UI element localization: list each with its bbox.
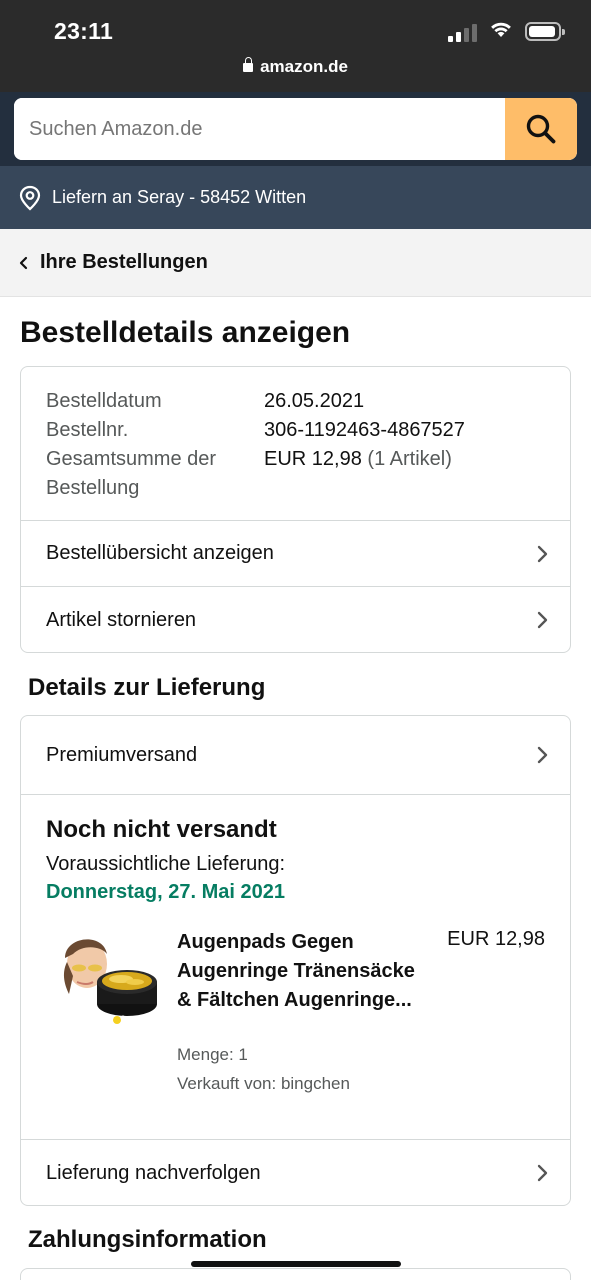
order-total-label: Gesamtsumme der Bestellung <box>46 448 217 499</box>
order-total-value: EUR 12,98 (1 Artikel) <box>264 448 452 470</box>
cancel-items-label: Artikel stornieren <box>46 608 197 631</box>
chevron-right-icon <box>536 544 548 564</box>
order-date-value: 26.05.2021 <box>264 390 365 412</box>
chevron-right-icon <box>536 1163 548 1183</box>
order-item-count: (1 Artikel) <box>367 448 452 470</box>
order-number-label: Bestellnr. <box>46 419 129 441</box>
url-text: amazon.de <box>260 57 348 76</box>
url-bar[interactable]: amazon.de <box>0 57 591 77</box>
status-icons <box>448 20 565 43</box>
chevron-right-icon <box>536 745 548 765</box>
back-to-orders-link[interactable]: Ihre Bestellungen <box>0 229 591 297</box>
home-indicator[interactable] <box>191 1261 401 1267</box>
order-summary-card: Bestelldatum 26.05.2021 Bestellnr. 306-1… <box>20 366 571 653</box>
search-button[interactable] <box>505 98 577 160</box>
track-package-row[interactable]: Lieferung nachverfolgen <box>21 1140 570 1206</box>
battery-icon <box>525 22 565 41</box>
lock-icon <box>243 57 254 72</box>
estimated-delivery-label: Voraussichtliche Lieferung: <box>46 853 286 875</box>
chevron-right-icon <box>536 610 548 630</box>
product-price: EUR 12,98 <box>447 928 545 950</box>
cellular-signal-icon <box>448 22 477 42</box>
cancel-items-row[interactable]: Artikel stornieren <box>21 587 570 653</box>
product-seller: Verkauft von: bingchen <box>177 1074 350 1093</box>
chevron-left-icon <box>18 256 30 270</box>
shipping-method-row[interactable]: Premiumversand <box>21 716 570 794</box>
product-image[interactable] <box>43 924 161 1034</box>
page-title: Bestelldetails anzeigen <box>20 316 351 349</box>
view-order-summary-label: Bestellübersicht anzeigen <box>46 542 274 564</box>
order-number-value: 306-1192463-4867527 <box>264 419 465 441</box>
wifi-icon <box>489 20 513 43</box>
order-date-label: Bestelldatum <box>46 390 162 412</box>
search-box <box>14 98 577 160</box>
delivery-section-title: Details zur Lieferung <box>28 674 266 701</box>
delivery-card: Premiumversand Noch nicht versandt Vorau… <box>20 715 571 1206</box>
product-quantity: Menge: 1 <box>177 1045 248 1064</box>
status-bar: 23:11 amazon.de <box>0 0 591 92</box>
search-icon <box>526 114 556 144</box>
back-link-label: Ihre Bestellungen <box>40 251 208 273</box>
delivery-location-bar[interactable]: Liefern an Seray - 58452 Witten <box>0 166 591 229</box>
order-info: Bestelldatum 26.05.2021 Bestellnr. 306-1… <box>46 387 465 503</box>
shipment-status: Noch nicht versandt <box>46 816 277 843</box>
location-pin-icon <box>18 185 42 211</box>
search-bar <box>0 92 591 166</box>
payment-section-title: Zahlungsinformation <box>28 1226 267 1253</box>
track-package-label: Lieferung nachverfolgen <box>46 1161 261 1184</box>
search-input[interactable] <box>14 98 505 160</box>
view-order-summary-row[interactable]: Bestellübersicht anzeigen <box>21 521 570 586</box>
estimated-delivery-date: Donnerstag, 27. Mai 2021 <box>46 881 285 903</box>
status-time: 23:11 <box>54 18 114 44</box>
payment-card <box>20 1268 571 1280</box>
shipping-method-label: Premiumversand <box>46 743 198 766</box>
delivery-location-text: Liefern an Seray - 58452 Witten <box>52 187 307 207</box>
product-title-link[interactable]: Augenpads Gegen Augenringe Tränensäcke &… <box>177 928 432 1015</box>
